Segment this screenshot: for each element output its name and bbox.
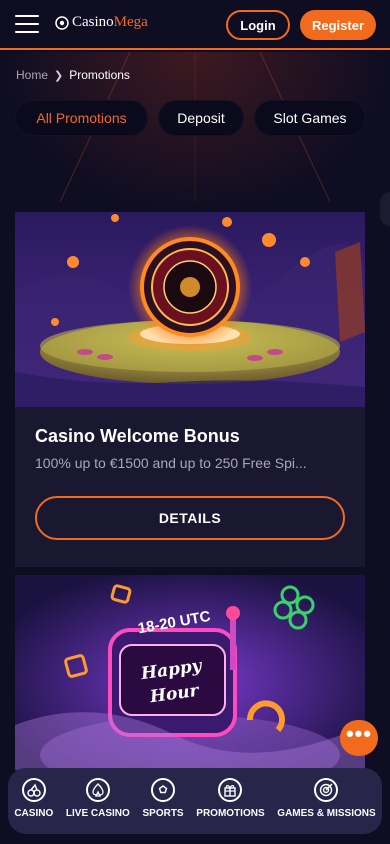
nav-item-sports[interactable]: SPORTS — [142, 778, 184, 819]
breadcrumb-home-link[interactable]: Home — [16, 68, 48, 82]
breadcrumb: Home ❯ Promotions — [16, 68, 130, 82]
spade-icon — [85, 778, 110, 802]
nav-label-promotions: PROMOTIONS — [196, 808, 265, 819]
chat-support-button[interactable]: ••• — [340, 720, 378, 756]
welcome-bonus-image — [15, 212, 365, 407]
chevron-right-icon: ❯ — [54, 69, 64, 82]
nav-item-promotions[interactable]: PROMOTIONS — [196, 778, 265, 819]
promotion-filter-tabs: All Promotions Deposit Slot Games — [15, 100, 376, 136]
more-dots-icon: ••• — [345, 720, 373, 746]
nav-item-live-casino[interactable]: LIVE CASINO — [66, 778, 130, 819]
nav-item-games-missions[interactable]: GAMES & MISSIONS — [277, 778, 376, 819]
bottom-navigation: CASINO LIVE CASINO SPORTS PROMOTIONS GAM… — [8, 768, 382, 834]
logo-mark-icon — [55, 15, 69, 30]
nav-label-live-casino: LIVE CASINO — [65, 808, 130, 819]
promotion-card-welcome: Casino Welcome Bonus 100% up to €1500 an… — [15, 212, 365, 567]
gift-icon — [218, 778, 243, 802]
hamburger-menu-icon[interactable] — [15, 15, 39, 33]
login-button[interactable]: Login — [226, 10, 290, 40]
site-logo[interactable]: CasinoMega — [54, 14, 148, 31]
cherries-icon — [21, 778, 46, 802]
details-button[interactable]: DETAILS — [35, 496, 345, 540]
promotion-card-happy-hour[interactable]: 18-20 UTC Happy Hour — [15, 575, 365, 770]
nav-label-sports: SPORTS — [142, 808, 184, 819]
tab-slot-games[interactable]: Slot Games — [254, 100, 366, 136]
breadcrumb-current: Promotions — [69, 68, 130, 82]
tab-all-promotions[interactable]: All Promotions — [15, 100, 148, 136]
target-icon — [314, 778, 339, 802]
nav-item-casino[interactable]: CASINO — [14, 778, 53, 819]
happy-hour-image: 18-20 UTC Happy Hour — [15, 575, 365, 770]
top-header: CasinoMega Login Register — [0, 0, 390, 50]
nav-label-casino: CASINO — [14, 808, 54, 819]
promotion-title: Casino Welcome Bonus — [35, 426, 240, 446]
nav-label-games-missions: GAMES & MISSIONS — [277, 808, 376, 819]
logo-text: CasinoMega — [72, 14, 148, 30]
tabs-scroll-indicator[interactable] — [380, 192, 390, 226]
tab-deposit[interactable]: Deposit — [158, 100, 244, 136]
promotion-description: 100% up to €1500 and up to 250 Free Spi.… — [35, 455, 307, 471]
register-button[interactable]: Register — [300, 10, 376, 40]
soccer-ball-icon — [151, 778, 176, 802]
